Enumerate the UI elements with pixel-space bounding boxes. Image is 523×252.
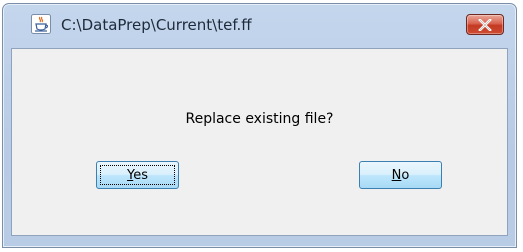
dialog-message: Replace existing file? <box>185 111 334 127</box>
no-button-label: No <box>392 168 410 183</box>
dialog-body: Replace existing file? Yes No <box>11 48 508 236</box>
no-button[interactable]: No <box>359 161 442 189</box>
close-button[interactable] <box>466 14 504 35</box>
java-cup-icon <box>31 14 51 34</box>
dialog-window: C:\DataPrep\Current\tef.ff Replace exist… <box>2 3 517 248</box>
no-label-rest: o <box>401 167 410 183</box>
yes-button-label: Yes <box>127 168 148 183</box>
yes-button[interactable]: Yes <box>96 161 179 189</box>
close-x-icon <box>478 18 492 31</box>
title-bar[interactable]: C:\DataPrep\Current\tef.ff <box>3 4 516 48</box>
yes-label-rest: es <box>133 167 148 183</box>
window-title: C:\DataPrep\Current\tef.ff <box>61 16 252 34</box>
no-mnemonic: N <box>391 167 402 183</box>
